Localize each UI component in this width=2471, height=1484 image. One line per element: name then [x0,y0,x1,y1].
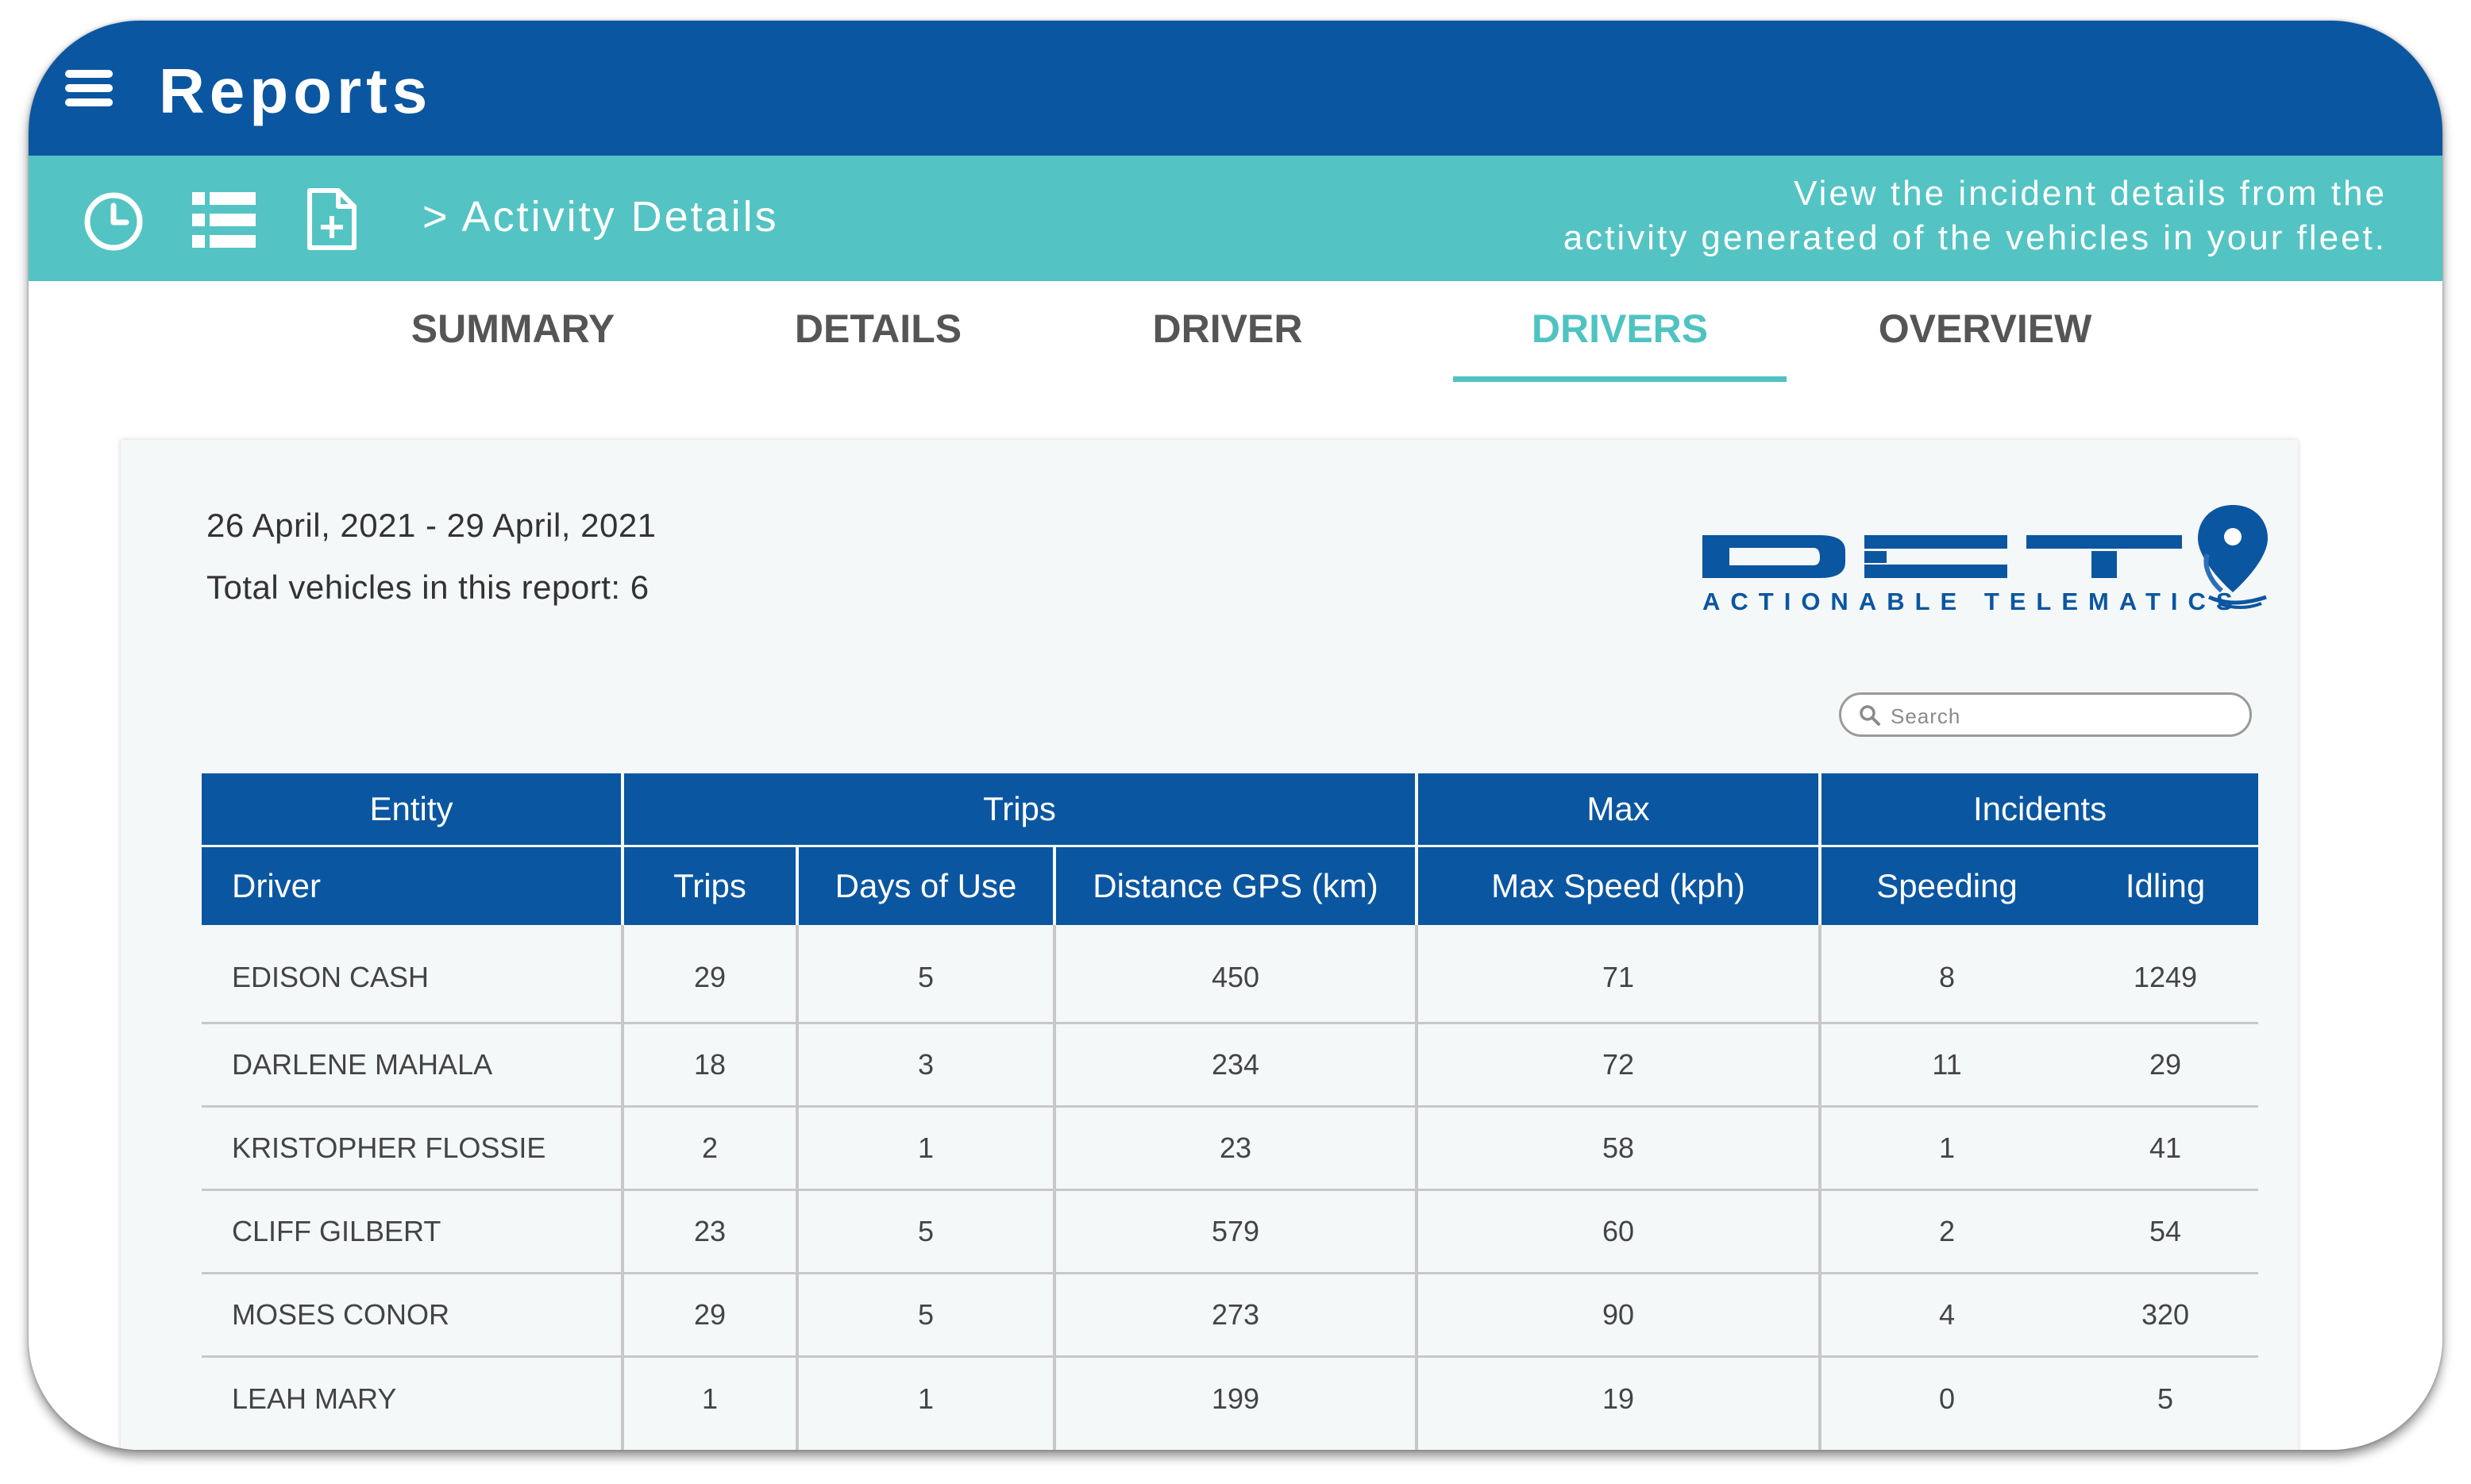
total-vehicles: Total vehicles in this report: 6 [206,569,650,606]
spacer-cell [1818,1440,2073,1450]
idling-cell: 320 [2072,1273,2259,1358]
trips-cell: 29 [621,1273,797,1358]
trips-cell: 23 [621,1189,797,1274]
spacer-cell [1415,1440,1821,1450]
max-speed-cell: 71 [1415,925,1821,1024]
table-row[interactable]: CLIFF GILBERT 23 5 579 60 2 54 [202,1189,2259,1274]
spacer-cell [621,1440,797,1450]
driver-name-cell: DARLENE MAHALA [202,1023,623,1108]
spacer-cell [2072,1440,2258,1450]
drivers-table: Entity Trips Max Incidents Driver Trips … [202,773,2259,1450]
spacer-cell [202,1440,623,1450]
search-icon [1860,705,1880,726]
table-row[interactable]: LEAH MARY 1 1 199 19 0 5 [202,1356,2258,1440]
spacer-cell [1052,1440,1417,1450]
speeding-cell: 11 [1818,1023,2073,1108]
table-row[interactable]: DARLENE MAHALA 18 3 234 72 11 29 [202,1023,2259,1108]
driver-name-cell: MOSES CONOR [202,1273,623,1358]
days-of-use-cell: 1 [796,1356,1054,1440]
idling-cell: 5 [2157,1382,2174,1415]
app-title: Reports [159,56,433,126]
speeding-cell: 0 [1818,1356,2073,1440]
column-header-speeding[interactable]: Speeding [1818,845,2073,925]
table-row[interactable]: EDISON CASH 29 5 450 71 8 1249 [202,925,2259,1024]
idling-cell: 29 [2072,1023,2259,1108]
clock-icon[interactable] [83,191,145,252]
driver-name-cell: LEAH MARY [232,1382,397,1415]
tab-overview[interactable]: OVERVIEW [1818,281,2152,376]
group-header-incidents: Incidents [1818,773,2259,846]
idling-cell: 54 [2072,1189,2259,1274]
tab-bar: SUMMARY DETAILS DRIVER DRIVERS OVERVIEW [29,281,2442,416]
trips-cell: 29 [621,925,797,1024]
days-of-use-cell: 5 [796,1273,1054,1358]
column-group-row: Entity Trips Max Incidents [202,773,2259,846]
table-spacer-row [202,1440,2258,1450]
distance-cell: 23 [1052,1106,1417,1191]
days-of-use-cell: 1 [796,1106,1054,1191]
speeding-cell: 4 [1818,1273,2073,1358]
logo-tagline: ACTIONABLE TELEMATICS [1702,588,2243,615]
table-row[interactable]: KRISTOPHER FLOSSIE 2 1 23 58 1 41 [202,1106,2259,1191]
days-of-use-cell: 5 [796,925,1054,1024]
trips-cell: 2 [621,1106,797,1191]
driver-name-cell: KRISTOPHER FLOSSIE [202,1106,623,1191]
column-header-days-of-use[interactable]: Days of Use [796,845,1054,925]
search-box[interactable] [1839,692,2252,737]
speeding-cell: 8 [1818,925,2073,1024]
column-header-trips[interactable]: Trips [621,845,797,925]
max-speed-cell: 58 [1415,1106,1821,1191]
trips-cell: 1 [621,1356,797,1440]
days-of-use-cell: 3 [796,1023,1054,1108]
max-speed-cell: 19 [1415,1356,1821,1440]
days-of-use-cell: 5 [796,1189,1054,1274]
help-text-line: activity generated of the vehicles in yo… [1563,218,2387,257]
table-row[interactable]: MOSES CONOR 29 5 273 90 4 320 [202,1273,2259,1358]
column-header-max-speed[interactable]: Max Speed (kph) [1415,845,1821,925]
distance-cell: 579 [1052,1189,1417,1274]
menu-icon[interactable] [65,70,113,106]
tab-details[interactable]: DETAILS [711,281,1045,376]
group-header-max: Max [1415,773,1821,846]
group-header-entity: Entity [202,773,623,846]
date-range: 26 April, 2021 - 29 April, 2021 [206,507,657,544]
app-window: Reports > Activity Details View the inci… [29,21,2442,1450]
group-header-trips: Trips [620,773,1417,846]
help-text-line: View the incident details from the [1794,174,2387,213]
column-header-idling[interactable]: Idling [2072,845,2259,925]
list-icon[interactable] [192,192,256,248]
tab-driver[interactable]: DRIVER [1077,281,1378,376]
help-text: View the incident details from the activ… [1355,172,2387,260]
toolbar: > Activity Details View the incident det… [29,156,2442,281]
max-speed-cell: 72 [1415,1023,1821,1108]
tab-summary[interactable]: SUMMARY [338,281,688,376]
report-card: 26 April, 2021 - 29 April, 2021 Total ve… [121,440,2298,1450]
new-document-icon[interactable] [306,187,357,251]
spacer-cell [796,1440,1054,1450]
idling-cell: 1249 [2072,925,2259,1024]
trips-cell: 18 [621,1023,797,1108]
tab-drivers[interactable]: DRIVERS [1453,281,1787,382]
breadcrumb[interactable]: > Activity Details [422,191,779,243]
search-input[interactable] [1889,700,2242,733]
column-header-driver[interactable]: Driver [202,845,623,925]
header-bar: Reports [29,21,2442,156]
distance-cell: 234 [1052,1023,1417,1108]
distance-cell: 450 [1052,925,1417,1024]
speeding-cell: 2 [1818,1189,2073,1274]
distance-cell: 199 [1052,1356,1417,1440]
distance-cell: 273 [1052,1273,1417,1358]
driver-name-cell: EDISON CASH [202,925,623,1024]
driver-name-cell: CLIFF GILBERT [202,1189,623,1274]
max-speed-cell: 90 [1415,1273,1821,1358]
column-header-row: Driver Trips Days of Use Distance GPS (k… [202,845,2259,925]
column-header-distance[interactable]: Distance GPS (km) [1052,845,1417,925]
max-speed-cell: 60 [1415,1189,1821,1274]
speeding-cell: 1 [1818,1106,2073,1191]
idling-cell: 41 [2072,1106,2259,1191]
dct-logo: ACTIONABLE TELEMATICS [1702,505,2268,615]
